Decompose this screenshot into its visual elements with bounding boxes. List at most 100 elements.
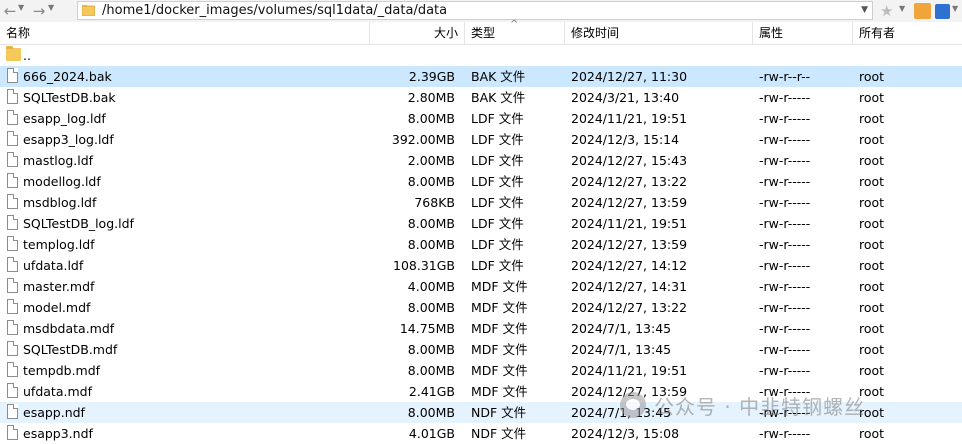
file-owner: root xyxy=(859,258,885,273)
folder-icon xyxy=(6,46,21,61)
file-type: BAK 文件 xyxy=(471,69,526,84)
file-owner: root xyxy=(859,279,885,294)
forward-arrow-icon[interactable]: → xyxy=(31,2,47,20)
file-size: 2.39GB xyxy=(408,69,455,84)
file-row[interactable]: SQLTestDB.bak 2.80MB BAK 文件 2024/3/21, 13:4… xyxy=(0,87,962,108)
file-row[interactable]: SQLTestDB.mdf 8.00MB MDF 文件 2024/7/1, 13:45… xyxy=(0,339,962,360)
file-owner: root xyxy=(859,426,885,441)
parent-folder-row[interactable]: .. xyxy=(0,45,962,66)
col-name-label: 名称 xyxy=(6,26,31,40)
file-type: MDF 文件 xyxy=(471,279,528,294)
file-type: LDF 文件 xyxy=(471,258,524,273)
col-date-label: 修改时间 xyxy=(571,26,620,40)
file-permissions: -rw-r----- xyxy=(759,300,811,315)
column-header: 名称 大小 类型 修改时间 属性 所有者 ^ xyxy=(0,19,962,45)
file-row[interactable]: templog.ldf 8.00MB LDF 文件 2024/12/27, 13:59… xyxy=(0,234,962,255)
file-owner: root xyxy=(859,237,885,252)
file-size: 768KB xyxy=(414,195,455,210)
file-row[interactable]: ufdata.ldf 108.31GB LDF 文件 2024/12/27, 14:1… xyxy=(0,255,962,276)
file-permissions: -rw-r----- xyxy=(759,132,811,147)
address-toolbar: ← ▼ → ▼ /home1/docker_images/volumes/sql… xyxy=(0,0,962,23)
file-modified: 2024/12/27, 13:22 xyxy=(571,174,688,189)
file-row[interactable]: tempdb.mdf 8.00MB MDF 文件 2024/11/21, 19:51-… xyxy=(0,360,962,381)
sync-dropdown-icon[interactable]: ▼ xyxy=(952,4,958,13)
file-row[interactable]: SQLTestDB_log.ldf 8.00MB LDF 文件 2024/11/21,… xyxy=(0,213,962,234)
file-type: LDF 文件 xyxy=(471,237,524,252)
file-size: 2.00MB xyxy=(407,153,455,168)
file-size: 108.31GB xyxy=(393,258,455,273)
file-owner: root xyxy=(859,174,885,189)
file-type: LDF 文件 xyxy=(471,195,524,210)
file-type: LDF 文件 xyxy=(471,132,524,147)
star-icon[interactable]: ★ xyxy=(880,2,893,20)
file-modified: 2024/12/27, 13:22 xyxy=(571,300,688,315)
file-type: MDF 文件 xyxy=(471,300,528,315)
file-permissions: -rw-r----- xyxy=(759,237,811,252)
col-owner-label: 所有者 xyxy=(859,26,896,40)
file-permissions: -rw-r--r-- xyxy=(759,69,811,84)
file-modified: 2024/12/27, 13:59 xyxy=(571,237,688,252)
file-modified: 2024/12/27, 14:12 xyxy=(571,258,688,273)
file-permissions: -rw-r----- xyxy=(759,216,811,231)
col-header-name[interactable]: 名称 xyxy=(0,22,370,44)
file-row[interactable]: model.mdf 8.00MB MDF 文件 2024/12/27, 13:22 -r… xyxy=(0,297,962,318)
file-size: 392.00MB xyxy=(391,132,455,147)
file-type: MDF 文件 xyxy=(471,384,528,399)
file-row[interactable]: msdbdata.mdf 14.75MB MDF 文件 2024/7/1, 13:45… xyxy=(0,318,962,339)
home-icon[interactable] xyxy=(914,3,931,19)
file-row[interactable]: esapp3_log.ldf 392.00MB LDF 文件 2024/12/3, 1… xyxy=(0,129,962,150)
col-header-date[interactable]: 修改时间 xyxy=(565,22,753,44)
file-owner: root xyxy=(859,90,885,105)
file-modified: 2024/3/21, 13:40 xyxy=(571,90,680,105)
file-owner: root xyxy=(859,69,885,84)
file-row[interactable]: modellog.ldf 8.00MB LDF 文件 2024/12/27, 13:2… xyxy=(0,171,962,192)
sync-icon[interactable] xyxy=(935,4,950,19)
file-permissions: -rw-r----- xyxy=(759,111,811,126)
path-bar[interactable]: /home1/docker_images/volumes/sql1data/_d… xyxy=(77,1,873,20)
file-permissions: -rw-r----- xyxy=(759,426,811,441)
back-arrow-icon[interactable]: ← xyxy=(2,2,18,20)
col-header-perm[interactable]: 属性 xyxy=(753,22,853,44)
file-modified: 2024/12/3, 15:08 xyxy=(571,426,680,441)
file-owner: root xyxy=(859,363,885,378)
file-modified: 2024/11/21, 19:51 xyxy=(571,216,688,231)
file-row[interactable]: master.mdf 4.00MB MDF 文件 2024/12/27, 14:31-… xyxy=(0,276,962,297)
file-owner: root xyxy=(859,300,885,315)
file-type: MDF 文件 xyxy=(471,342,528,357)
path-text[interactable]: /home1/docker_images/volumes/sql1data/_d… xyxy=(102,3,447,19)
file-row[interactable]: esapp_log.ldf 8.00MB LDF 文件 2024/11/21, 19:… xyxy=(0,108,962,129)
file-permissions: -rw-r----- xyxy=(759,195,811,210)
file-modified: 2024/12/27, 11:30 xyxy=(571,69,688,84)
file-owner: root xyxy=(859,321,885,336)
file-permissions: -rw-r----- xyxy=(759,174,811,189)
file-modified: 2024/7/1, 13:45 xyxy=(571,321,672,336)
file-permissions: -rw-r----- xyxy=(759,363,811,378)
sort-ascending-icon: ^ xyxy=(510,19,519,30)
file-row[interactable]: esapp3.ndf 4.01GB NDF 文件 2024/12/3, 15:08 -r… xyxy=(0,423,962,444)
file-modified: 2024/11/21, 19:51 xyxy=(571,111,688,126)
file-modified: 2024/12/27, 15:43 xyxy=(571,153,688,168)
path-dropdown-icon[interactable]: ▼ xyxy=(861,5,868,15)
file-type: MDF 文件 xyxy=(471,363,528,378)
file-permissions: -rw-r----- xyxy=(759,90,811,105)
file-row[interactable]: msdblog.ldf 768KB LDF 文件 2024/12/27, 13:59-… xyxy=(0,192,962,213)
watermark-text: 公众号 · 中韭特钢螺丝 xyxy=(654,394,866,419)
file-modified: 2024/7/1, 13:45 xyxy=(571,342,672,357)
file-permissions: -rw-r----- xyxy=(759,153,811,168)
back-dropdown-icon[interactable]: ▼ xyxy=(18,3,24,12)
file-row[interactable]: 666_2024.bak 2.39GB BAK 文件 2024/12/27, 11:3… xyxy=(0,66,962,87)
col-header-owner[interactable]: 所有者 xyxy=(853,22,962,44)
file-permissions: -rw-r----- xyxy=(759,342,811,357)
col-header-size[interactable]: 大小 xyxy=(370,22,465,44)
col-type-label: 类型 xyxy=(471,26,496,40)
file-owner: root xyxy=(859,132,885,147)
file-size: 8.00MB xyxy=(407,300,455,315)
file-size: 8.00MB xyxy=(407,342,455,357)
file-owner: root xyxy=(859,153,885,168)
file-row[interactable]: mastlog.ldf 2.00MB LDF 文件 2024/12/27, 15:43… xyxy=(0,150,962,171)
forward-dropdown-icon[interactable]: ▼ xyxy=(48,3,54,12)
star-dropdown-icon[interactable]: ▼ xyxy=(899,4,905,13)
folder-icon xyxy=(82,5,95,16)
file-size: 8.00MB xyxy=(407,111,455,126)
file-modified: 2024/11/21, 19:51 xyxy=(571,363,688,378)
